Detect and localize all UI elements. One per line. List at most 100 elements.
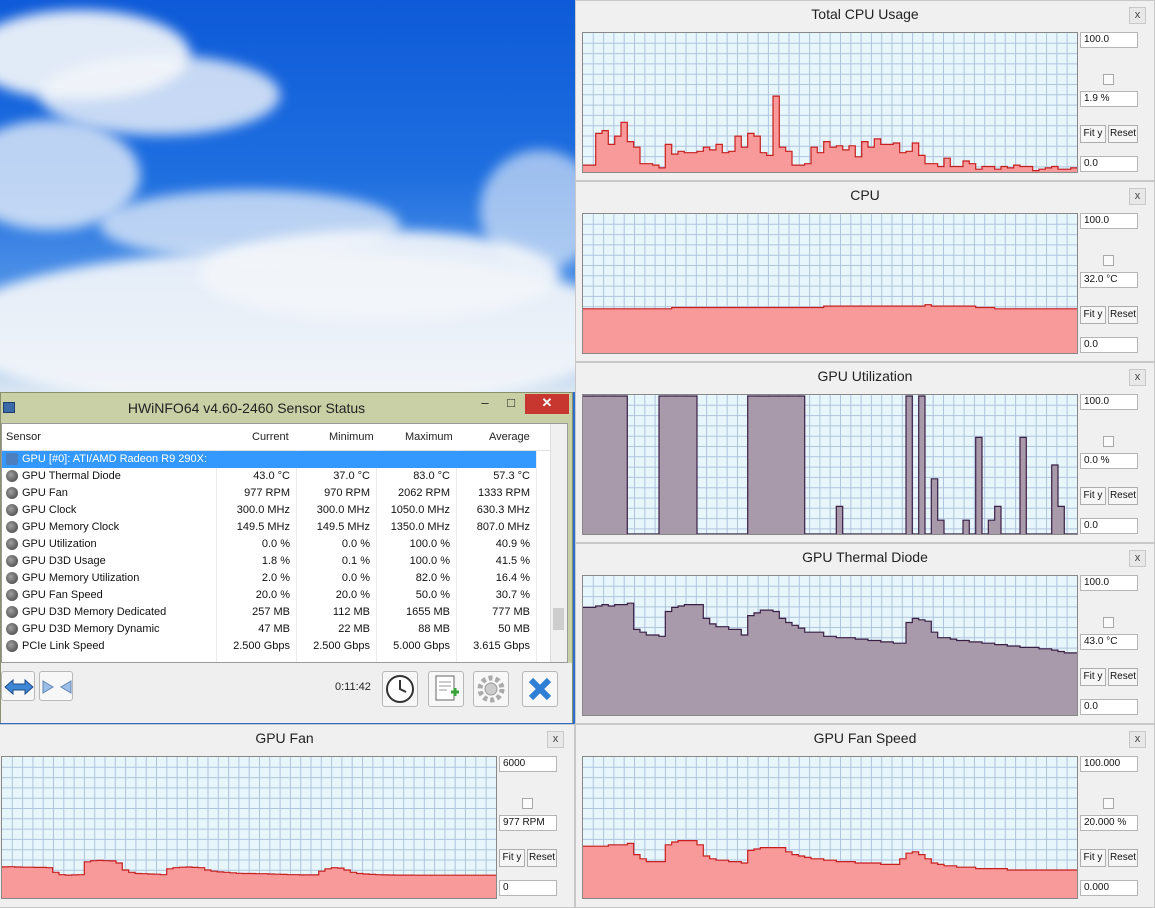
graph-close-button[interactable]: x [1129,188,1146,205]
reset-button[interactable]: Reset [1108,306,1138,324]
gauge-icon [6,640,18,652]
graph-min-value[interactable]: 0 [499,880,557,896]
column-header-average[interactable]: Average [489,431,530,443]
graph-close-button[interactable]: x [1129,731,1146,748]
sensor-name: GPU Fan Speed [22,589,103,601]
sensor-average: 630.3 MHz [476,504,530,516]
graph-close-button[interactable]: x [1129,7,1146,24]
report-icon[interactable] [428,671,464,707]
table-row[interactable]: PCIe Link Speed 2.500 Gbps 2.500 Gbps 5.000… [2,638,550,655]
reset-button[interactable]: Reset [1108,125,1138,143]
fit-y-button[interactable]: Fit y [1080,306,1106,324]
window-titlebar[interactable]: HWiNFO64 v4.60-2460 Sensor Status – □ ✕ [1,393,572,423]
graph-autoscale-checkbox[interactable] [1103,798,1114,809]
graph-close-button[interactable]: x [1129,369,1146,386]
reset-button[interactable]: Reset [1108,849,1138,867]
expand-arrows-icon[interactable] [1,671,35,701]
table-row[interactable]: GPU Memory Clock 149.5 MHz 149.5 MHz 1350.0… [2,519,550,536]
gauge-icon [6,589,18,601]
graph-autoscale-checkbox[interactable] [1103,74,1114,85]
minimize-button[interactable]: – [475,394,495,414]
table-row[interactable]: GPU Clock 300.0 MHz 300.0 MHz 1050.0 MHz 630… [2,502,550,519]
clock-icon[interactable] [382,671,418,707]
maximize-button[interactable]: □ [501,394,521,414]
sensor-maximum: 88 MB [418,623,450,635]
graph-max-value[interactable]: 6000 [499,756,557,772]
fit-y-button[interactable]: Fit y [1080,125,1106,143]
table-row[interactable]: GPU Utilization 0.0 % 0.0 % 100.0 % 40.9 % [2,536,550,553]
table-row[interactable]: GPU D3D Memory Dynamic 47 MB 22 MB 88 MB 50 … [2,621,550,638]
graph-max-value[interactable]: 100.0 [1080,394,1138,410]
table-row[interactable]: GPU Memory Utilization 2.0 % 0.0 % 82.0 % 16… [2,570,550,587]
close-x-icon[interactable] [522,671,558,707]
column-header-maximum[interactable]: Maximum [405,431,453,443]
sensor-name: GPU D3D Memory Dynamic [22,623,160,635]
reset-button[interactable]: Reset [1108,487,1138,505]
graph-window-gpu-fan-speed[interactable]: GPU Fan Speed x 100.000 20.000 % Fit y R… [575,724,1155,908]
sensor-name: GPU Fan [22,487,68,499]
graph-side-panel: 100.0 43.0 °C Fit y Reset 0.0 [1080,575,1140,715]
graph-autoscale-checkbox[interactable] [1103,617,1114,628]
table-row[interactable]: GPU D3D Memory Dedicated 257 MB 112 MB 1655… [2,604,550,621]
table-row[interactable]: GPU Fan 977 RPM 970 RPM 2062 RPM 1333 RPM [2,485,550,502]
sensor-minimum: 149.5 MHz [316,521,370,533]
gauge-icon [6,555,18,567]
graph-min-value[interactable]: 0.000 [1080,880,1138,896]
graph-max-value[interactable]: 100.0 [1080,213,1138,229]
close-button[interactable]: ✕ [525,394,569,414]
column-header-sensor[interactable]: Sensor [6,431,41,443]
table-group-row[interactable]: GPU [#0]: ATI/AMD Radeon R9 290X: [2,451,536,468]
window-footer: 0:11:42 [1,663,572,723]
fit-y-button[interactable]: Fit y [1080,487,1106,505]
table-row[interactable]: GPU D3D Usage 1.8 % 0.1 % 100.0 % 41.5 % [2,553,550,570]
graph-plot-area [582,575,1078,716]
graph-max-value[interactable]: 100.0 [1080,32,1138,48]
vertical-scrollbar[interactable] [550,424,567,662]
sensor-name: GPU D3D Usage [22,555,106,567]
graph-close-button[interactable]: x [547,731,564,748]
table-row[interactable]: GPU Thermal Diode 43.0 °C 37.0 °C 83.0 °C 57… [2,468,550,485]
graph-min-value[interactable]: 0.0 [1080,156,1138,172]
collapse-arrows-icon[interactable] [39,671,73,701]
scrollbar-thumb[interactable] [553,608,564,630]
graph-max-value[interactable]: 100.000 [1080,756,1138,772]
reset-button[interactable]: Reset [1108,668,1138,686]
sensor-minimum: 0.0 % [341,572,370,584]
sensor-name: GPU Memory Utilization [22,572,140,584]
settings-gear-icon[interactable] [473,671,509,707]
graph-side-panel: 100.0 32.0 °C Fit y Reset 0.0 [1080,213,1140,353]
graph-min-value[interactable]: 0.0 [1080,518,1138,534]
graph-min-value[interactable]: 0.0 [1080,699,1138,715]
sensor-average: 40.9 % [495,538,530,550]
sensor-current: 0.0 % [261,538,290,550]
graph-autoscale-checkbox[interactable] [1103,436,1114,447]
graph-window-gpu-fan[interactable]: GPU Fan x 6000 977 RPM Fit y Reset 0 [0,724,575,908]
sensor-current: 47 MB [258,623,290,635]
graph-autoscale-checkbox[interactable] [1103,255,1114,266]
sensor-maximum: 82.0 % [415,572,450,584]
column-header-minimum[interactable]: Minimum [329,431,374,443]
graph-window-cpu[interactable]: CPU x 100.0 32.0 °C Fit y Reset 0.0 [575,181,1155,362]
fit-y-button[interactable]: Fit y [499,849,525,867]
fit-y-button[interactable]: Fit y [1080,668,1106,686]
graph-min-value[interactable]: 0.0 [1080,337,1138,353]
gauge-icon [6,623,18,635]
table-row[interactable]: GPU Fan Speed 20.0 % 20.0 % 50.0 % 30.7 % [2,587,550,604]
sensor-average: 41.5 % [495,555,530,567]
graph-close-button[interactable]: x [1129,550,1146,567]
graph-window-gpu-utilization[interactable]: GPU Utilization x 100.0 0.0 % Fit y Rese… [575,362,1155,543]
reset-button[interactable]: Reset [527,849,557,867]
thermometer-icon [6,470,18,482]
graph-title: CPU [850,187,880,203]
graph-window-gpu-thermal-diode[interactable]: GPU Thermal Diode x 100.0 43.0 °C Fit y … [575,543,1155,724]
sensor-minimum: 37.0 °C [333,470,370,482]
sensor-maximum: 1050.0 MHz [390,504,450,516]
column-header-current[interactable]: Current [252,431,289,443]
graph-window-total-cpu-usage[interactable]: Total CPU Usage x 100.0 1.9 % Fit y Rese… [575,0,1155,181]
graph-max-value[interactable]: 100.0 [1080,575,1138,591]
fit-y-button[interactable]: Fit y [1080,849,1106,867]
sensor-current: 149.5 MHz [236,521,290,533]
graph-autoscale-checkbox[interactable] [522,798,533,809]
graph-title: GPU Fan [255,730,314,746]
graph-svg [583,576,1077,715]
